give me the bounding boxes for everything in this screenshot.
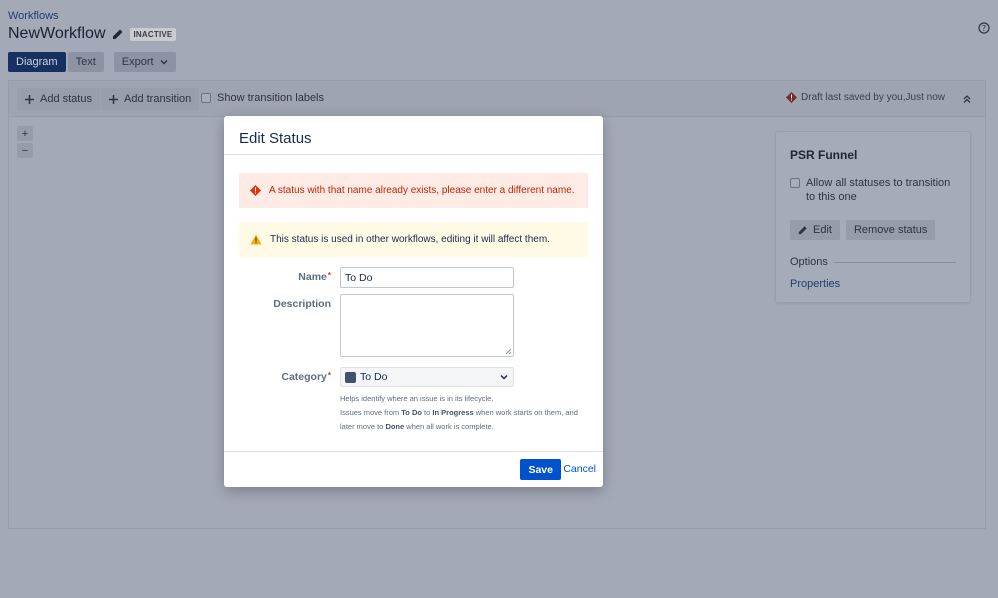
- error-text: A status with that name already exists, …: [269, 185, 575, 196]
- draft-status: Draft last saved by you,Just now: [786, 92, 945, 103]
- category-help-text: Helps identify where an issue is in its …: [340, 392, 590, 434]
- title-row: NewWorkflow INACTIVE: [8, 25, 177, 43]
- add-status-button[interactable]: Add status: [17, 88, 100, 110]
- allow-all-checkbox[interactable]: [790, 178, 800, 188]
- description-textarea[interactable]: [340, 294, 514, 357]
- breadcrumb-workflows[interactable]: Workflows: [8, 10, 59, 22]
- save-button[interactable]: Save: [520, 459, 561, 480]
- pencil-icon: [798, 226, 807, 235]
- error-icon: [250, 185, 261, 196]
- add-transition-button[interactable]: Add transition: [101, 88, 200, 110]
- allow-all-label: Allow all statuses to transition to this…: [806, 177, 951, 203]
- dialog-footer: Save Cancel: [224, 451, 603, 487]
- show-transition-labels-label: Show transition labels: [217, 92, 325, 104]
- resize-handle-icon[interactable]: [505, 348, 512, 355]
- plus-icon: [25, 94, 34, 104]
- chevron-down-icon: [500, 374, 508, 380]
- warning-message: This status is used in other workflows, …: [239, 222, 588, 257]
- tab-diagram[interactable]: Diagram: [8, 52, 66, 72]
- collapse-icon[interactable]: [961, 93, 973, 105]
- error-icon: [786, 92, 798, 103]
- add-transition-label: Add transition: [124, 93, 192, 105]
- help-line: Helps identify where an issue is in its …: [340, 394, 494, 403]
- export-dropdown[interactable]: Export: [113, 52, 176, 72]
- help-line: Issues move from To Do to In Progress wh…: [340, 408, 578, 417]
- category-color-swatch: [345, 371, 356, 383]
- chevron-down-icon: [160, 60, 168, 65]
- options-label: Options: [790, 256, 828, 268]
- options-heading: Options: [790, 256, 956, 268]
- required-asterisk: *: [327, 371, 331, 380]
- error-message: A status with that name already exists, …: [239, 173, 588, 208]
- category-select[interactable]: To Do: [340, 367, 514, 387]
- status-side-panel: PSR Funnel Allow all statuses to transit…: [775, 131, 971, 303]
- page-title: NewWorkflow: [8, 25, 106, 42]
- dialog-title: Edit Status: [239, 130, 312, 147]
- export-label: Export: [121, 56, 154, 68]
- side-panel-title: PSR Funnel: [790, 148, 858, 162]
- add-status-label: Add status: [40, 93, 92, 105]
- category-label: Category*: [281, 371, 331, 383]
- required-asterisk: *: [327, 271, 331, 280]
- name-label: Name*: [298, 271, 331, 283]
- allow-all-statuses-option[interactable]: Allow all statuses to transition to this…: [790, 176, 960, 204]
- properties-link[interactable]: Properties: [790, 278, 840, 290]
- plus-icon: [109, 94, 118, 104]
- view-tabs: Diagram Text Export: [8, 52, 176, 72]
- side-panel-actions: Edit Remove status: [790, 220, 936, 240]
- help-line: later move to Done when all work is comp…: [340, 422, 494, 431]
- warning-text: This status is used in other workflows, …: [270, 234, 550, 245]
- category-value: To Do: [360, 371, 388, 383]
- pencil-icon[interactable]: [112, 28, 124, 40]
- cancel-button[interactable]: Cancel: [563, 463, 596, 475]
- options-divider: [833, 261, 956, 263]
- warning-icon: [250, 234, 262, 245]
- edit-label: Edit: [813, 224, 832, 236]
- zoom-in-button[interactable]: +: [17, 126, 33, 141]
- show-transition-labels-toggle[interactable]: Show transition labels: [201, 92, 324, 104]
- name-input[interactable]: To Do: [340, 267, 514, 288]
- show-transition-labels-checkbox[interactable]: [201, 93, 211, 103]
- status-badge: INACTIVE: [129, 27, 177, 41]
- zoom-controls: + −: [17, 126, 33, 160]
- description-label: Description: [273, 298, 331, 310]
- draft-message: Draft last saved by you,Just now: [801, 92, 945, 103]
- diagram-toolbar: Add status Add transition Show transitio…: [9, 81, 985, 117]
- edit-status-button[interactable]: Edit: [790, 220, 840, 240]
- zoom-out-button[interactable]: −: [17, 143, 33, 158]
- help-icon[interactable]: ?: [978, 22, 990, 34]
- tab-text[interactable]: Text: [67, 52, 104, 72]
- svg-text:?: ?: [982, 24, 986, 33]
- remove-status-button[interactable]: Remove status: [845, 220, 936, 240]
- dialog-header: Edit Status: [224, 116, 603, 155]
- edit-status-dialog: Edit Status A status with that name alre…: [224, 116, 603, 487]
